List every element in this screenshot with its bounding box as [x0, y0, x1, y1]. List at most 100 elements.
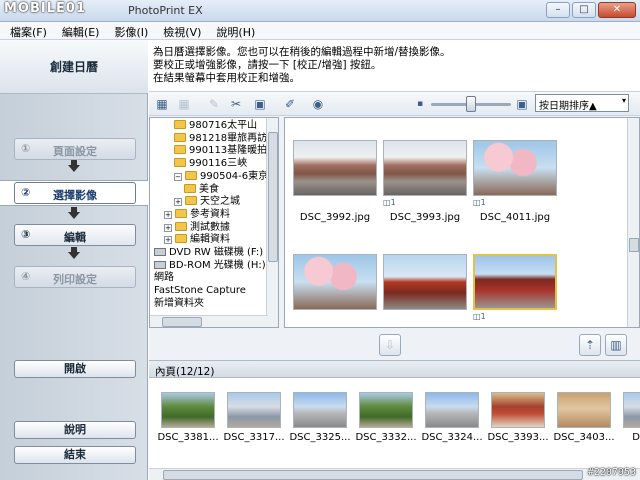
menu-help[interactable]: 說明(H) — [206, 22, 260, 39]
tree-item[interactable]: 990116三峽 — [174, 158, 247, 170]
collapse-icon[interactable]: − — [174, 172, 182, 181]
contents-strip[interactable]: DSC_... DSC_3403... DSC_3393... DSC_3324...… — [149, 378, 640, 480]
file-name: DSC_3393... — [487, 432, 549, 443]
file-name: DSC_... — [632, 432, 640, 443]
tree-item[interactable]: 美食 — [184, 183, 219, 196]
photo — [473, 140, 557, 196]
tree-item-label: 981218畢旅再訪 — [189, 132, 268, 144]
content-page-thumbnail[interactable]: DSC_3332... — [355, 392, 417, 443]
folder-icon — [174, 158, 186, 168]
drive-icon — [154, 248, 166, 256]
step-print-settings[interactable]: ④ 列印設定 — [14, 266, 136, 288]
tree-item-label: 990116三峽 — [189, 158, 248, 170]
step-select-images[interactable]: ② 選擇影像 — [14, 182, 136, 204]
menu-image[interactable]: 影像(I) — [104, 22, 153, 39]
tree-item[interactable]: 新增資料夾 — [154, 298, 204, 310]
file-name: DSC_3992.jpg — [299, 212, 371, 223]
expand-icon[interactable]: + — [174, 198, 182, 207]
folder-icon — [184, 183, 196, 193]
instruction-line: 要校正或增強影像，請按一下 [校正/增強] 按鈕。 — [153, 59, 382, 71]
file-name: DSC_3325... — [289, 432, 351, 443]
minimize-button[interactable]: – — [546, 2, 570, 18]
file-name: DSC_3317... — [223, 432, 285, 443]
content-page-thumbnail[interactable]: DSC_3325... — [289, 392, 351, 443]
content-page-thumbnail[interactable]: DSC_3403... — [553, 392, 615, 443]
add-all-button[interactable]: ▥ — [605, 334, 627, 356]
menu-view[interactable]: 檢視(V) — [153, 22, 206, 39]
batch-add-button[interactable]: ⇡ — [579, 334, 601, 356]
scroll-thumb[interactable] — [162, 317, 202, 327]
tree-item-label: BD-ROM 光碟機 (H:) — [169, 259, 266, 271]
step-edit[interactable]: ③ 編輯 — [14, 224, 136, 246]
tree-item[interactable]: + 天空之城 — [174, 196, 240, 208]
help-button[interactable]: 說明 — [14, 421, 136, 439]
content-page-thumbnail[interactable]: DSC_... — [623, 392, 640, 443]
maximize-button[interactable]: □ — [572, 2, 596, 18]
tree-item[interactable]: FastStone Capture — [154, 285, 246, 297]
image-grid[interactable]: ◫1 ◫1 DSC_4011.jpg ◫1 DSC_3993.jpg DSC_3992.j… — [284, 117, 640, 328]
tree-item[interactable]: 990113基隆暖拍 — [174, 145, 267, 157]
photo — [383, 254, 467, 310]
step-page-setup[interactable]: ① 頁面設定 — [14, 138, 136, 160]
expand-icon[interactable]: + — [164, 236, 172, 245]
edit-tool-icon[interactable]: ✐ — [281, 95, 299, 113]
tree-item[interactable]: 網路 — [154, 272, 174, 284]
open-button[interactable]: 開啟 — [14, 360, 136, 378]
scroll-thumb[interactable] — [629, 238, 639, 252]
step-label: 選擇影像 — [53, 189, 97, 202]
menu-file[interactable]: 檔案(F) — [0, 22, 52, 39]
tree-item[interactable]: + 參考資料 — [164, 208, 230, 221]
menu-edit[interactable]: 編輯(E) — [52, 22, 105, 39]
sort-select[interactable]: 按日期排序▲ ▾ — [535, 94, 629, 112]
chevron-down-icon[interactable]: ▾ — [622, 96, 626, 105]
tree-item[interactable]: 981218畢旅再訪 — [174, 132, 268, 145]
content-page-thumbnail[interactable]: DSC_3317... — [223, 392, 285, 443]
add-image-icon[interactable]: ▣ — [251, 95, 269, 113]
copies-badge: ◫1 — [473, 312, 491, 321]
strip-scrollbar[interactable] — [149, 468, 640, 480]
correct-enhance-icon[interactable]: ✎ — [205, 95, 223, 113]
tree-item[interactable]: + 編輯資料 — [164, 234, 230, 246]
tree-item[interactable]: + 測試數據 — [164, 221, 230, 234]
expand-icon[interactable]: + — [164, 210, 172, 219]
thumbnail-size-slider[interactable] — [431, 96, 511, 112]
add-to-calendar-button[interactable]: ⇩ — [379, 334, 401, 356]
photo — [161, 392, 215, 428]
tree-item[interactable]: DVD RW 磁碟機 (F:) — [154, 247, 263, 259]
folder-icon — [174, 145, 186, 155]
grid-vertical-scrollbar[interactable] — [627, 118, 639, 327]
photo — [359, 392, 413, 428]
photo — [293, 392, 347, 428]
folder-tree[interactable]: 新增資料夾 FastStone Capture 網路 BD-ROM 光碟機 (H:) D… — [149, 117, 279, 328]
sidebar-title: 創建日曆 — [0, 40, 148, 94]
select-all-icon[interactable]: ▦ — [153, 95, 171, 113]
tree-item-label: 編輯資料 — [190, 234, 230, 246]
close-button[interactable]: ✕ — [598, 2, 636, 18]
copies-badge: ◫1 — [473, 198, 491, 207]
globe-icon[interactable]: ◉ — [309, 95, 327, 113]
content-page-thumbnail[interactable]: DSC_3324... — [421, 392, 483, 443]
tree-vertical-scrollbar[interactable] — [266, 118, 278, 327]
mobile01-logo: MOBILE01 — [4, 1, 86, 16]
tree-item-label: 980716太平山 — [189, 120, 258, 131]
photo — [473, 254, 557, 310]
file-name: DSC_3332... — [355, 432, 417, 443]
scroll-thumb[interactable] — [163, 470, 583, 480]
tree-item-label: DVD RW 磁碟機 (F:) — [169, 247, 264, 258]
scroll-thumb[interactable] — [268, 132, 278, 262]
slider-thumb[interactable] — [466, 96, 476, 112]
tree-item[interactable]: BD-ROM 光碟機 (H:) — [154, 260, 266, 272]
down-arrow-icon — [68, 247, 80, 259]
tree-item[interactable]: −990504-6東京行 — [174, 170, 278, 183]
exit-button[interactable]: 結束 — [14, 446, 136, 464]
content-page-thumbnail[interactable]: DSC_3393... — [487, 392, 549, 443]
down-arrow-icon — [68, 207, 80, 219]
tree-item[interactable]: 980716太平山 — [174, 120, 257, 132]
deselect-all-icon[interactable]: ▦ — [175, 95, 193, 113]
crop-icon[interactable]: ✂ — [227, 95, 245, 113]
contents-label: 內頁(12/12) — [149, 360, 640, 378]
tree-horizontal-scrollbar[interactable] — [150, 315, 268, 327]
content-page-thumbnail[interactable]: DSC_3381... — [157, 392, 219, 443]
file-name: DSC_3403... — [553, 432, 615, 443]
expand-icon[interactable]: + — [164, 223, 172, 232]
